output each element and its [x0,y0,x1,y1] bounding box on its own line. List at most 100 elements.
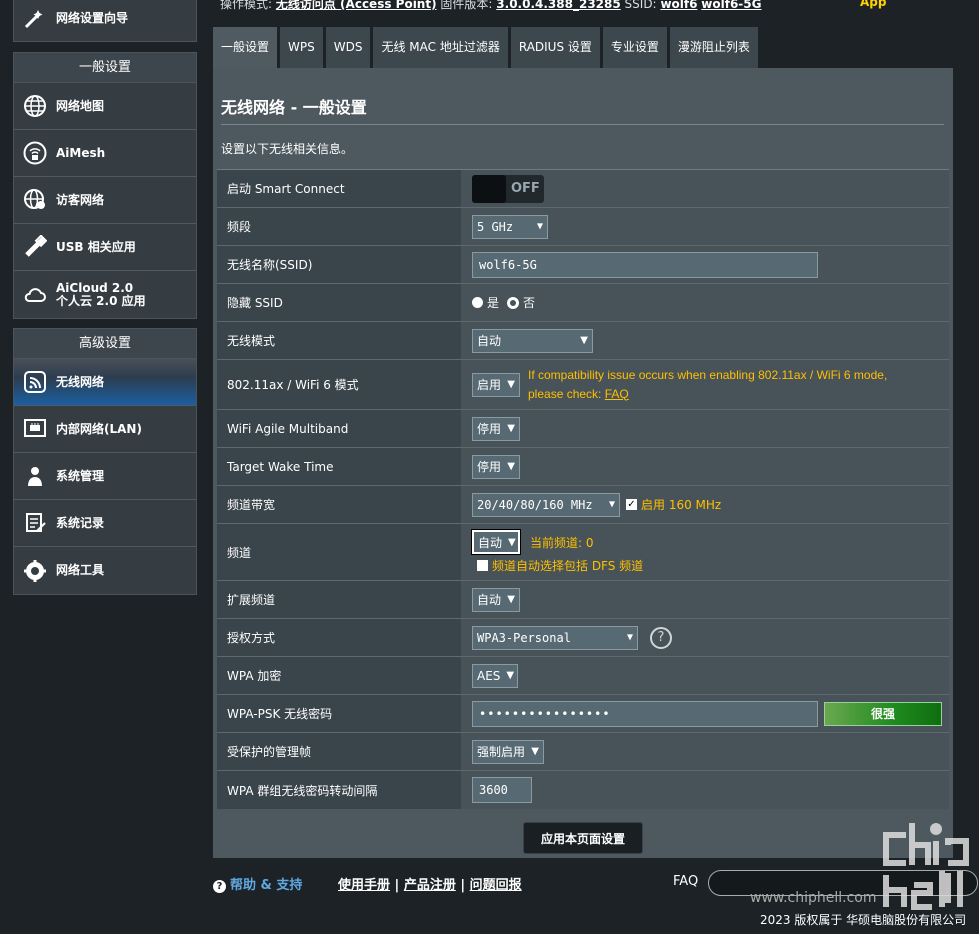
chevron-down-icon: ▼ [580,335,588,346]
log-icon [22,510,48,536]
row-wpa-encryption: WPA 加密 AES ▼ [217,657,949,695]
tab-general[interactable]: 一般设置 [213,27,278,68]
wpa-encryption-select[interactable]: AES ▼ [472,663,518,688]
tab-wps[interactable]: WPS [280,27,323,68]
sidebar-item-wizard[interactable]: 网络设置向导 [14,0,196,41]
sidebar-item-tools[interactable]: 网络工具 [14,547,196,594]
row-rekey-interval: WPA 群组无线密码转动间隔 3600 [217,771,949,809]
bandwidth-select[interactable]: 20/40/80/160 MHz ▼ [472,492,620,517]
tab-radius[interactable]: RADIUS 设置 [510,27,600,68]
top-status-bar: 操作模式: 无线访问点 (Access Point) 固件版本: 3.0.0.4… [210,0,979,12]
tab-professional[interactable]: 专业设置 [602,27,667,68]
row-hide-ssid: 隐藏 SSID 是 否 [217,284,949,322]
faq-label: FAQ [673,874,699,889]
sidebar-item-aimesh[interactable]: AiMesh [14,130,196,177]
sidebar-item-guest-network[interactable]: 访客网络 [14,177,196,224]
agile-multiband-select[interactable]: 停用 ▼ [472,416,520,441]
channel-select[interactable]: 自动 ▼ [471,529,521,555]
general-settings-menu: 一般设置 网络地图 AiMesh 访客网络 USB 相关应用 AiCloud 2… [13,52,197,319]
row-pmf: 受保护的管理帧 强制启用 ▼ [217,733,949,771]
wpa-psk-input[interactable]: •••••••••••••••• [472,700,818,727]
top-status-text: 操作模式: 无线访问点 (Access Point) 固件版本: 3.0.0.4… [220,0,762,11]
sidebar-item-lan[interactable]: 内部网络(LAN) [14,406,196,453]
sidebar-item-wireless[interactable]: 无线网络 [14,359,196,406]
tab-mac-filter[interactable]: 无线 MAC 地址过滤器 [373,27,508,68]
guest-globe-icon [22,187,48,213]
tools-icon [22,558,48,584]
aicloud-sublabel: 个人云 2.0 应用 [56,293,146,308]
row-wireless-mode: 无线模式 自动 ▼ [217,322,949,360]
band-select[interactable]: 5 GHz ▼ [472,214,548,239]
wireless-mode-select[interactable]: 自动 ▼ [472,328,593,353]
help-question-icon[interactable]: ? [650,626,672,649]
row-bandwidth: 频道带宽 20/40/80/160 MHz ▼ ✓ 启用 160 MHz [217,486,949,524]
wireless-tabs: 一般设置 WPS WDS 无线 MAC 地址过滤器 RADIUS 设置 专业设置… [213,27,761,68]
settings-table: 启动 Smart Connect OFF 频段 5 GHz ▼ 无线名称(SSID… [217,169,949,809]
cloud-icon [22,282,48,308]
radio-no-label: 否 [523,296,536,310]
row-ax-mode: 802.11ax / WiFi 6 模式 启用 ▼ If compatibilit… [217,360,949,410]
page-title: 无线网络 - 一般设置 [221,98,367,117]
dfs-checkbox[interactable] [477,560,488,571]
smart-connect-toggle[interactable]: OFF [472,174,544,203]
sidebar-item-log[interactable]: 系统记录 [14,500,196,547]
auth-method-select[interactable]: WPA3-Personal ▼ [472,625,638,650]
app-link[interactable]: App [860,0,886,9]
wifi-icon [22,369,48,395]
dfs-label: 频道自动选择包括 DFS 频道 [492,559,644,573]
globe-network-icon [22,93,48,119]
watermark-url: www.chiphell.com [750,890,877,906]
chevron-down-icon: ▼ [508,536,516,548]
sidebar-item-network-map[interactable]: 网络地图 [14,83,196,130]
pmf-select[interactable]: 强制启用 ▼ [472,739,544,764]
general-settings-header: 一般设置 [14,53,196,83]
current-channel: 当前频道: 0 [530,535,594,550]
advanced-settings-menu: 高级设置 无线网络 内部网络(LAN) 系统管理 系统记录 网络工具 [13,328,197,595]
chevron-down-icon: ▼ [507,594,515,605]
row-ext-channel: 扩展频道 自动 ▼ [217,581,949,619]
chevron-down-icon: ▼ [507,423,515,434]
aicloud-label: AiCloud 2.0 [56,280,134,295]
radio-no[interactable] [507,296,520,309]
ssid-input[interactable]: wolf6-5G [472,251,818,278]
product-registration-link[interactable]: 产品注册 [404,878,456,893]
ax-mode-select[interactable]: 启用 ▼ [472,372,520,397]
main-panel: 无线网络 - 一般设置 设置以下无线相关信息。 启动 Smart Connect… [213,68,953,858]
sidebar-item-aicloud[interactable]: AiCloud 2.0 个人云 2.0 应用 [14,271,196,318]
chevron-down-icon: ▼ [626,632,633,643]
toggle-state: OFF [511,181,540,196]
enable-160-label: 启用 160 MHz [641,498,722,512]
apply-button[interactable]: 应用本页面设置 [523,822,643,854]
tab-roaming-block[interactable]: 漫游阻止列表 [669,27,758,68]
chevron-down-icon: ▼ [608,499,615,510]
title-divider [221,124,944,125]
admin-icon [22,463,48,489]
page-description: 设置以下无线相关信息。 [221,142,354,156]
sidebar-item-usb[interactable]: USB 相关应用 [14,224,196,271]
enable-160-checkbox[interactable]: ✓ [626,499,637,510]
chiphell-logo [876,815,976,915]
lan-icon [22,416,48,442]
manual-link[interactable]: 使用手册 [338,878,390,893]
toggle-knob [472,174,506,203]
chevron-down-icon: ▼ [507,379,515,390]
advanced-settings-header: 高级设置 [14,329,196,359]
faq-link[interactable]: FAQ [605,387,629,401]
password-strength-meter: 很强 [824,701,942,726]
help-icon: ? [213,880,226,893]
row-agile-multiband: WiFi Agile Multiband 停用 ▼ [217,410,949,448]
feedback-link[interactable]: 问题回报 [470,878,522,893]
sidebar-item-admin[interactable]: 系统管理 [14,453,196,500]
row-wpa-psk: WPA-PSK 无线密码 •••••••••••••••• 很强 [217,695,949,733]
chevron-down-icon: ▼ [531,746,539,757]
radio-yes[interactable] [472,297,483,308]
radio-yes-label: 是 [487,296,500,310]
row-band: 频段 5 GHz ▼ [217,208,949,246]
row-channel: 频道 自动 ▼ 当前频道: 0 频道自动选择包括 DFS 频道 [217,524,949,581]
chevron-down-icon: ▼ [506,670,515,681]
ext-channel-select[interactable]: 自动 ▼ [472,587,520,612]
tab-wds[interactable]: WDS [325,27,371,68]
twt-select[interactable]: 停用 ▼ [472,454,520,479]
rekey-interval-input[interactable]: 3600 [472,777,532,803]
ax-compat-note: If compatibility issue occurs when enabl… [528,367,888,401]
